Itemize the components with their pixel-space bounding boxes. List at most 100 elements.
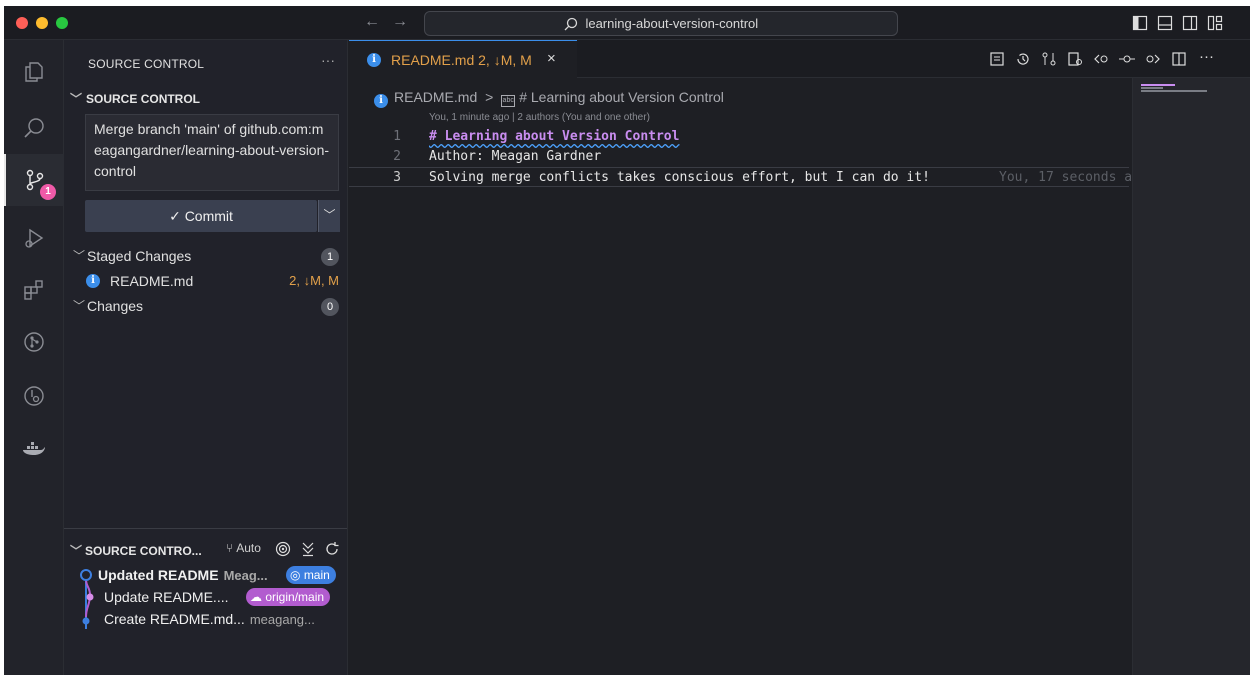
close-icon[interactable]: × [547, 50, 556, 67]
commit-message-input[interactable]: Merge branch 'main' of github.com:meagan… [85, 114, 339, 191]
changes-label: Changes [87, 298, 144, 314]
chevron-down-icon: ﹀ [70, 544, 83, 558]
minimap[interactable] [1132, 78, 1250, 675]
chevron-down-icon: ﹀ [70, 92, 83, 106]
source-control-graph-panel: ﹀ SOURCE CONTRO... ⑂ Auto Updated README Me… [64, 528, 347, 675]
tab-bar: i README.md 2, ↓M, M × ··· [349, 40, 1250, 78]
vscode-window: ← → learning-about-version-control 1 SOU… [4, 6, 1250, 675]
minimize-window-button[interactable] [36, 17, 48, 29]
extensions-icon[interactable] [4, 264, 64, 316]
staged-count-badge: 1 [321, 248, 339, 266]
branch-icon: ⑂ [226, 541, 234, 555]
search-icon [564, 17, 577, 31]
split-editor-icon[interactable] [1171, 51, 1187, 67]
next-change-icon[interactable] [1145, 51, 1161, 67]
toggle-panel-icon[interactable] [1157, 15, 1173, 31]
fetch-icon[interactable] [300, 541, 316, 557]
staged-changes-header[interactable]: ﹀ Staged Changes 1 [64, 245, 347, 267]
compare-icon[interactable] [1041, 51, 1057, 67]
code-editor[interactable]: 1 # Learning about Version Control 2 Aut… [349, 127, 1133, 187]
tab-readme[interactable]: i README.md 2, ↓M, M × [349, 40, 577, 78]
chevron-down-icon: ﹀ [73, 299, 86, 313]
source-control-section-header[interactable]: ﹀ SOURCE CONTROL [70, 90, 200, 107]
zoom-window-button[interactable] [56, 17, 68, 29]
blame-codelens[interactable]: You, 1 minute ago | 2 authors (You and o… [429, 112, 650, 123]
section-title: SOURCE CONTROL [86, 92, 201, 106]
activity-bar: 1 [4, 40, 64, 675]
open-file-icon[interactable] [1067, 51, 1083, 67]
file-status: 2, ↓M, M [289, 273, 339, 288]
command-center-search[interactable]: learning-about-version-control [424, 11, 898, 36]
minimap-line [1141, 87, 1163, 89]
breadcrumb: i README.md > abc # Learning about Version… [374, 89, 724, 108]
commit-dropdown-chevron-icon[interactable]: ﹀ [318, 200, 340, 232]
open-changes-icon[interactable] [989, 51, 1005, 67]
more-actions-icon[interactable]: ··· [1199, 48, 1214, 65]
commit-author: Meag... [223, 568, 268, 583]
target-icon[interactable] [275, 541, 291, 557]
staged-changes-label: Staged Changes [87, 248, 192, 264]
chevron-down-icon: ﹀ [73, 249, 86, 263]
forward-arrow-icon[interactable]: → [392, 13, 408, 31]
line-number: 1 [393, 129, 401, 144]
source-control-sidebar: SOURCE CONTROL ··· ﹀ SOURCE CONTROL Merge… [64, 40, 348, 675]
commit-row[interactable]: Create README.md... meagang... [64, 608, 347, 630]
source-control-icon[interactable]: 1 [4, 154, 64, 206]
commit-title: Update README.... [104, 589, 229, 605]
source-control-badge: 1 [40, 184, 56, 200]
branch-badge-origin-main: ☁ origin/main [246, 588, 331, 606]
timeline-icon[interactable] [4, 370, 64, 422]
commit-row[interactable]: Update README.... ☁ origin/main [64, 586, 347, 608]
branch-filter-auto[interactable]: ⑂ Auto [226, 541, 261, 555]
branch-badge-main: ◎ main [286, 566, 336, 584]
line-number: 2 [393, 149, 401, 164]
docker-icon[interactable] [4, 424, 64, 476]
editor-area: i README.md 2, ↓M, M × ··· i README.md > … [349, 40, 1250, 675]
breadcrumb-symbol[interactable]: # Learning about Version Control [519, 89, 724, 105]
changes-header[interactable]: ﹀ Changes 0 [64, 295, 347, 317]
commit-node-icon[interactable] [1119, 51, 1135, 67]
commit-title: Updated README Meag... [98, 567, 268, 583]
back-arrow-icon[interactable]: ← [364, 13, 380, 31]
close-window-button[interactable] [16, 17, 28, 29]
info-icon: i [86, 274, 100, 288]
more-actions-icon[interactable]: ··· [321, 52, 335, 68]
breadcrumb-separator: > [485, 89, 494, 105]
line-text: Solving merge conflicts takes conscious … [429, 170, 930, 185]
line-number: 3 [393, 170, 401, 185]
breadcrumb-file[interactable]: README.md [394, 89, 477, 105]
commit-row[interactable]: Updated README Meag... ◎ main [64, 564, 347, 586]
commit-button[interactable]: ✓ Commit [85, 200, 317, 232]
minimap-line [1141, 84, 1175, 86]
code-line-current[interactable]: 3 Solving merge conflicts takes consciou… [349, 167, 1133, 187]
graph-section-header[interactable]: ﹀ SOURCE CONTRO... [70, 542, 202, 559]
commit-title: Create README.md... meagang... [104, 611, 315, 627]
search-text: learning-about-version-control [585, 16, 759, 31]
line-text: Author: Meagan Gardner [429, 149, 602, 164]
history-icon[interactable] [1015, 51, 1031, 67]
info-icon: i [367, 53, 381, 67]
title-bar: ← → learning-about-version-control [4, 6, 1250, 40]
minimap-line [1141, 90, 1207, 92]
customize-layout-icon[interactable] [1207, 15, 1223, 31]
line-text: # Learning about Version Control [429, 129, 680, 144]
code-line[interactable]: 1 # Learning about Version Control [349, 127, 1129, 147]
info-icon: i [374, 94, 388, 108]
tab-label: README.md 2, ↓M, M [391, 52, 532, 68]
refresh-icon[interactable] [324, 541, 340, 557]
code-line[interactable]: 2 Author: Meagan Gardner [349, 147, 1129, 167]
symbol-icon: abc [501, 95, 516, 107]
explorer-icon[interactable] [4, 46, 64, 98]
auto-label: Auto [236, 541, 261, 555]
run-debug-icon[interactable] [4, 212, 64, 264]
changes-count-badge: 0 [321, 298, 339, 316]
staged-file-item[interactable]: i README.md 2, ↓M, M [64, 270, 347, 292]
toggle-primary-sidebar-icon[interactable] [1132, 15, 1148, 31]
search-icon[interactable] [4, 102, 64, 154]
toggle-secondary-sidebar-icon[interactable] [1182, 15, 1198, 31]
previous-change-icon[interactable] [1093, 51, 1109, 67]
git-graph-icon[interactable] [4, 316, 64, 368]
sidebar-title: SOURCE CONTROL [88, 57, 205, 71]
inline-blame: You, 17 seconds a [999, 170, 1133, 185]
commit-author: meagang... [249, 612, 315, 627]
